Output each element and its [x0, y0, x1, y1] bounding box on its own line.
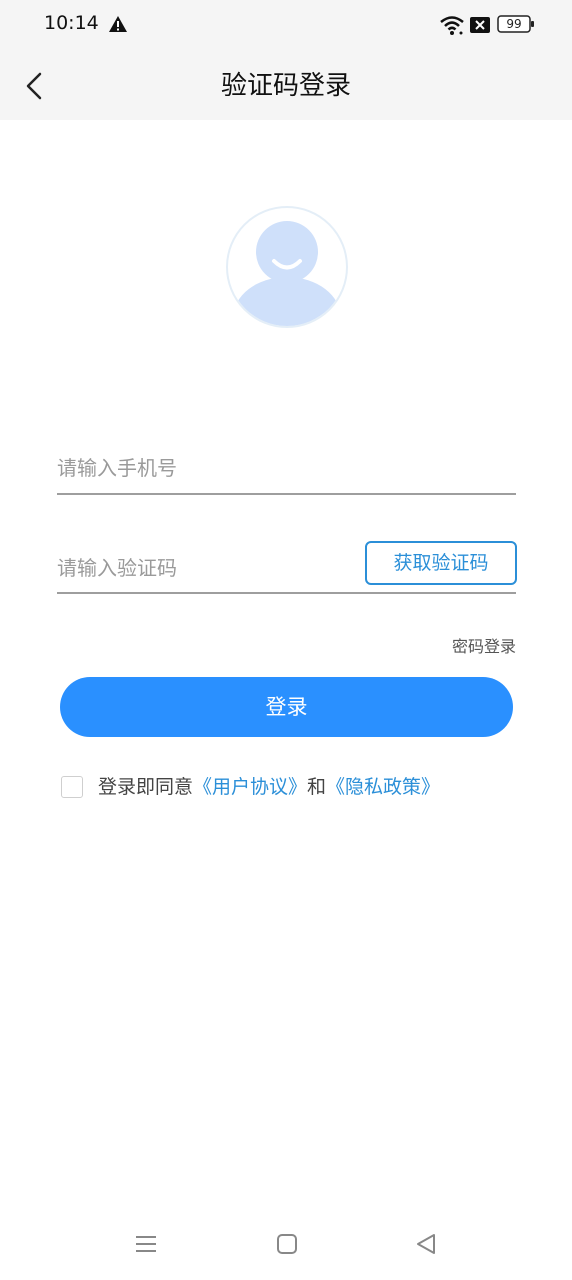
chevron-left-icon: [26, 72, 42, 100]
status-bar: 10:14 99: [0, 0, 572, 52]
back-triangle-icon[interactable]: [414, 1232, 438, 1256]
default-user-avatar-icon: [226, 206, 348, 328]
privacy-policy-link[interactable]: 《隐私政策》: [326, 776, 440, 798]
code-underline: [57, 592, 516, 594]
system-navigation-bar: [0, 1210, 572, 1280]
login-button[interactable]: 登录: [60, 677, 513, 737]
menu-icon[interactable]: [134, 1232, 158, 1256]
home-icon[interactable]: [275, 1232, 299, 1256]
agreement-prefix: 登录即同意: [98, 776, 194, 798]
battery-icon: 99: [497, 15, 535, 33]
phone-input[interactable]: [57, 446, 497, 490]
user-avatar: [226, 206, 348, 328]
get-code-button[interactable]: 获取验证码: [365, 541, 517, 585]
password-login-link[interactable]: 密码登录: [452, 633, 516, 657]
agreement-checkbox[interactable]: [61, 776, 83, 798]
battery-level: 99: [506, 17, 522, 31]
agreement-text: 登录即同意《用户协议》和《隐私政策》: [98, 772, 440, 799]
status-time: 10:14: [44, 12, 99, 34]
page-title: 验证码登录: [220, 71, 351, 101]
back-button[interactable]: [18, 68, 54, 104]
agreement-conjunction: 和: [307, 776, 327, 798]
verification-code-input[interactable]: [57, 546, 347, 590]
sim-disabled-icon: [470, 17, 490, 33]
nav-bar: 验证码登录: [0, 52, 572, 120]
user-agreement-link[interactable]: 《用户协议》: [193, 776, 307, 798]
warning-icon: [109, 16, 127, 32]
phone-underline: [57, 493, 516, 495]
wifi-icon: [440, 16, 464, 35]
